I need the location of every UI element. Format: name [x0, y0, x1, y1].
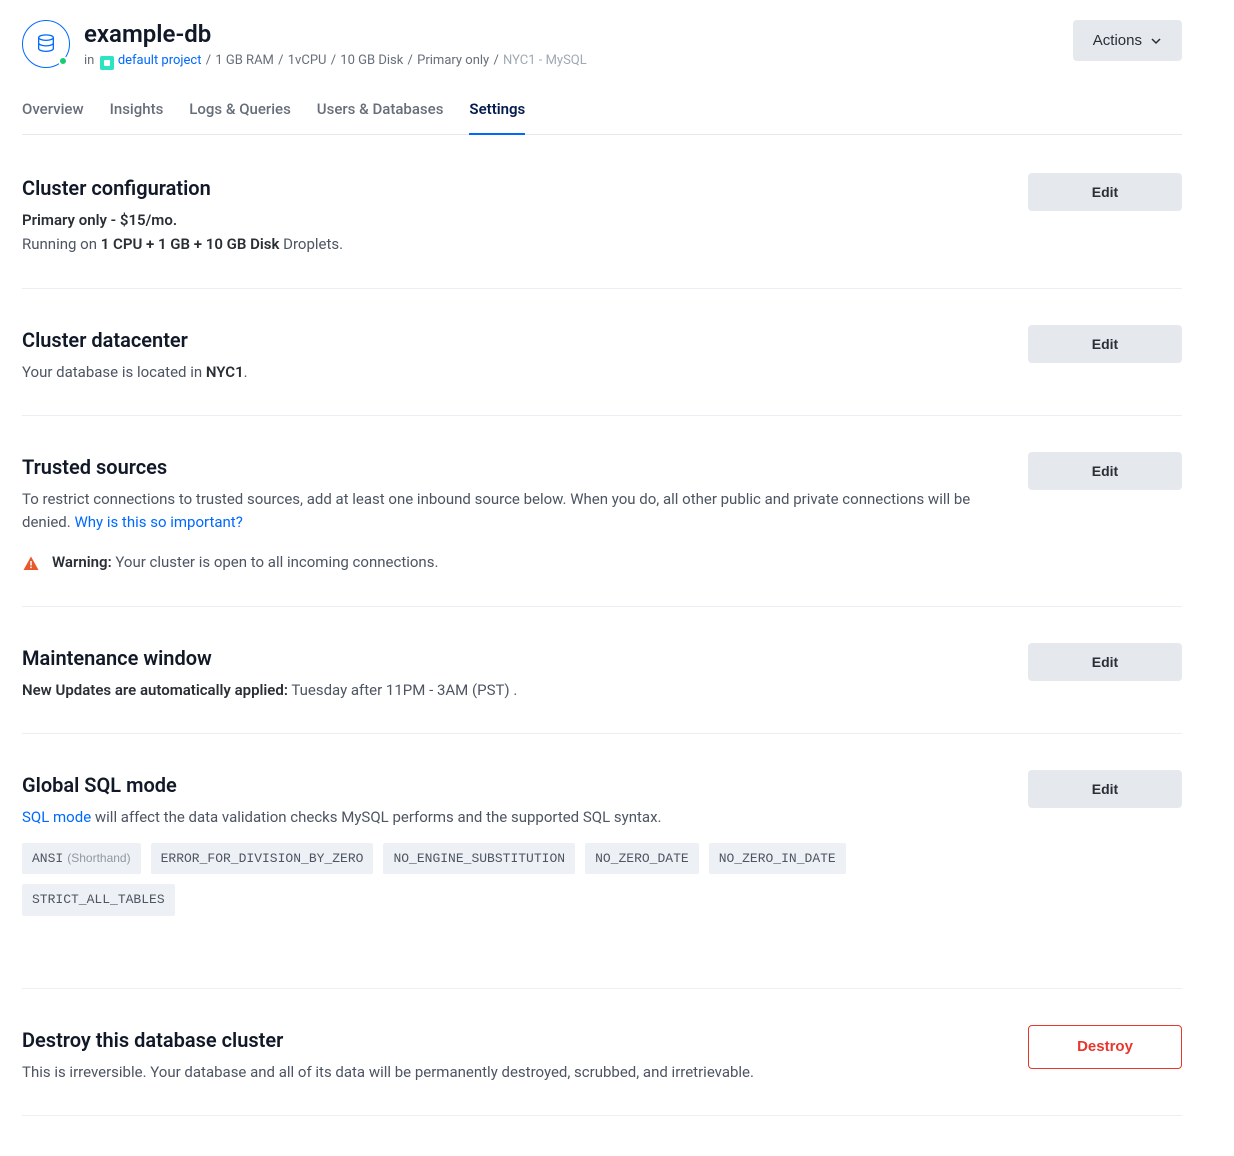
in-label: in	[84, 53, 94, 68]
section-destroy: Destroy this database cluster This is ir…	[22, 1015, 1182, 1117]
cluster-config-lead: Primary only - $15/mo.	[22, 211, 177, 229]
cluster-config-title: Cluster configuration	[22, 173, 988, 203]
page-header: example-db in default project / 1 GB RAM…	[22, 20, 1182, 70]
cluster-running-specs: 1 CPU + 1 GB + 10 GB Disk	[101, 235, 280, 253]
destroy-title: Destroy this database cluster	[22, 1025, 988, 1055]
warning-row: Warning: Your cluster is open to all inc…	[22, 551, 988, 576]
section-datacenter: Cluster datacenter Your database is loca…	[22, 315, 1182, 417]
tab-overview[interactable]: Overview	[22, 98, 84, 134]
edit-maintenance-button[interactable]: Edit	[1028, 643, 1182, 681]
sql-tag: ANSI (Shorthand)	[22, 843, 141, 875]
sql-tag-name: ANSI	[32, 851, 63, 866]
edit-cluster-config-button[interactable]: Edit	[1028, 173, 1182, 211]
title-block: example-db in default project / 1 GB RAM…	[84, 20, 587, 70]
actions-button[interactable]: Actions	[1073, 20, 1182, 61]
actions-label: Actions	[1093, 32, 1142, 49]
database-title: example-db	[84, 20, 587, 49]
database-icon	[22, 20, 70, 68]
project-link[interactable]: default project	[118, 53, 202, 68]
sql-tag: ERROR_FOR_DIVISION_BY_ZERO	[151, 843, 374, 875]
tabs: Overview Insights Logs & Queries Users &…	[22, 98, 1182, 135]
status-online-dot	[58, 56, 68, 66]
maintenance-schedule: Tuesday after 11PM - 3AM (PST) .	[288, 681, 517, 699]
datacenter-title: Cluster datacenter	[22, 325, 988, 355]
maintenance-lead: New Updates are automatically applied:	[22, 681, 288, 699]
sql-tag: NO_ZERO_IN_DATE	[709, 843, 846, 875]
warning-text: Your cluster is open to all incoming con…	[112, 553, 439, 571]
destroy-button[interactable]: Destroy	[1028, 1025, 1182, 1069]
cluster-running-suffix: Droplets.	[279, 235, 343, 253]
section-trusted-sources: Trusted sources To restrict connections …	[22, 442, 1182, 607]
header-left: example-db in default project / 1 GB RAM…	[22, 20, 587, 70]
edit-trusted-button[interactable]: Edit	[1028, 452, 1182, 490]
sql-tag: NO_ZERO_DATE	[585, 843, 699, 875]
sqlmode-link[interactable]: SQL mode	[22, 808, 91, 826]
cluster-running-prefix: Running on	[22, 235, 101, 253]
datacenter-region: NYC1	[206, 363, 244, 381]
sqlmode-desc: will affect the data validation checks M…	[91, 808, 661, 826]
tab-users[interactable]: Users & Databases	[317, 98, 444, 134]
section-maintenance: Maintenance window New Updates are autom…	[22, 633, 1182, 735]
edit-sqlmode-button[interactable]: Edit	[1028, 770, 1182, 808]
warning-icon	[22, 555, 40, 573]
tab-insights[interactable]: Insights	[110, 98, 164, 134]
spec-ram: 1 GB RAM	[215, 53, 274, 68]
spec-primary: Primary only	[417, 53, 489, 68]
sql-tag-shorthand: (Shorthand)	[67, 851, 130, 865]
sqlmode-title: Global SQL mode	[22, 770, 988, 800]
tab-settings[interactable]: Settings	[469, 98, 525, 135]
project-icon	[100, 56, 114, 70]
trusted-title: Trusted sources	[22, 452, 988, 482]
trusted-link[interactable]: Why is this so important?	[74, 513, 242, 531]
region-engine: NYC1 - MySQL	[503, 53, 587, 68]
destroy-desc: This is irreversible. Your database and …	[22, 1061, 988, 1084]
section-sql-mode: Global SQL mode SQL mode will affect the…	[22, 760, 1182, 989]
tab-logs[interactable]: Logs & Queries	[189, 98, 291, 134]
spec-disk: 10 GB Disk	[340, 53, 403, 68]
chevron-down-icon	[1150, 35, 1162, 47]
datacenter-prefix: Your database is located in	[22, 363, 206, 381]
edit-datacenter-button[interactable]: Edit	[1028, 325, 1182, 363]
warning-label: Warning:	[52, 553, 112, 571]
sql-tag-row: ANSI (Shorthand) ERROR_FOR_DIVISION_BY_ZE…	[22, 843, 988, 916]
spec-cpu: 1vCPU	[288, 53, 327, 68]
section-cluster-config: Cluster configuration Primary only - $15…	[22, 163, 1182, 289]
meta-line: in default project / 1 GB RAM / 1vCPU / …	[84, 51, 587, 71]
datacenter-suffix: .	[244, 363, 248, 381]
sql-tag: NO_ENGINE_SUBSTITUTION	[383, 843, 575, 875]
sql-tag: STRICT_ALL_TABLES	[22, 884, 175, 916]
maintenance-title: Maintenance window	[22, 643, 988, 673]
